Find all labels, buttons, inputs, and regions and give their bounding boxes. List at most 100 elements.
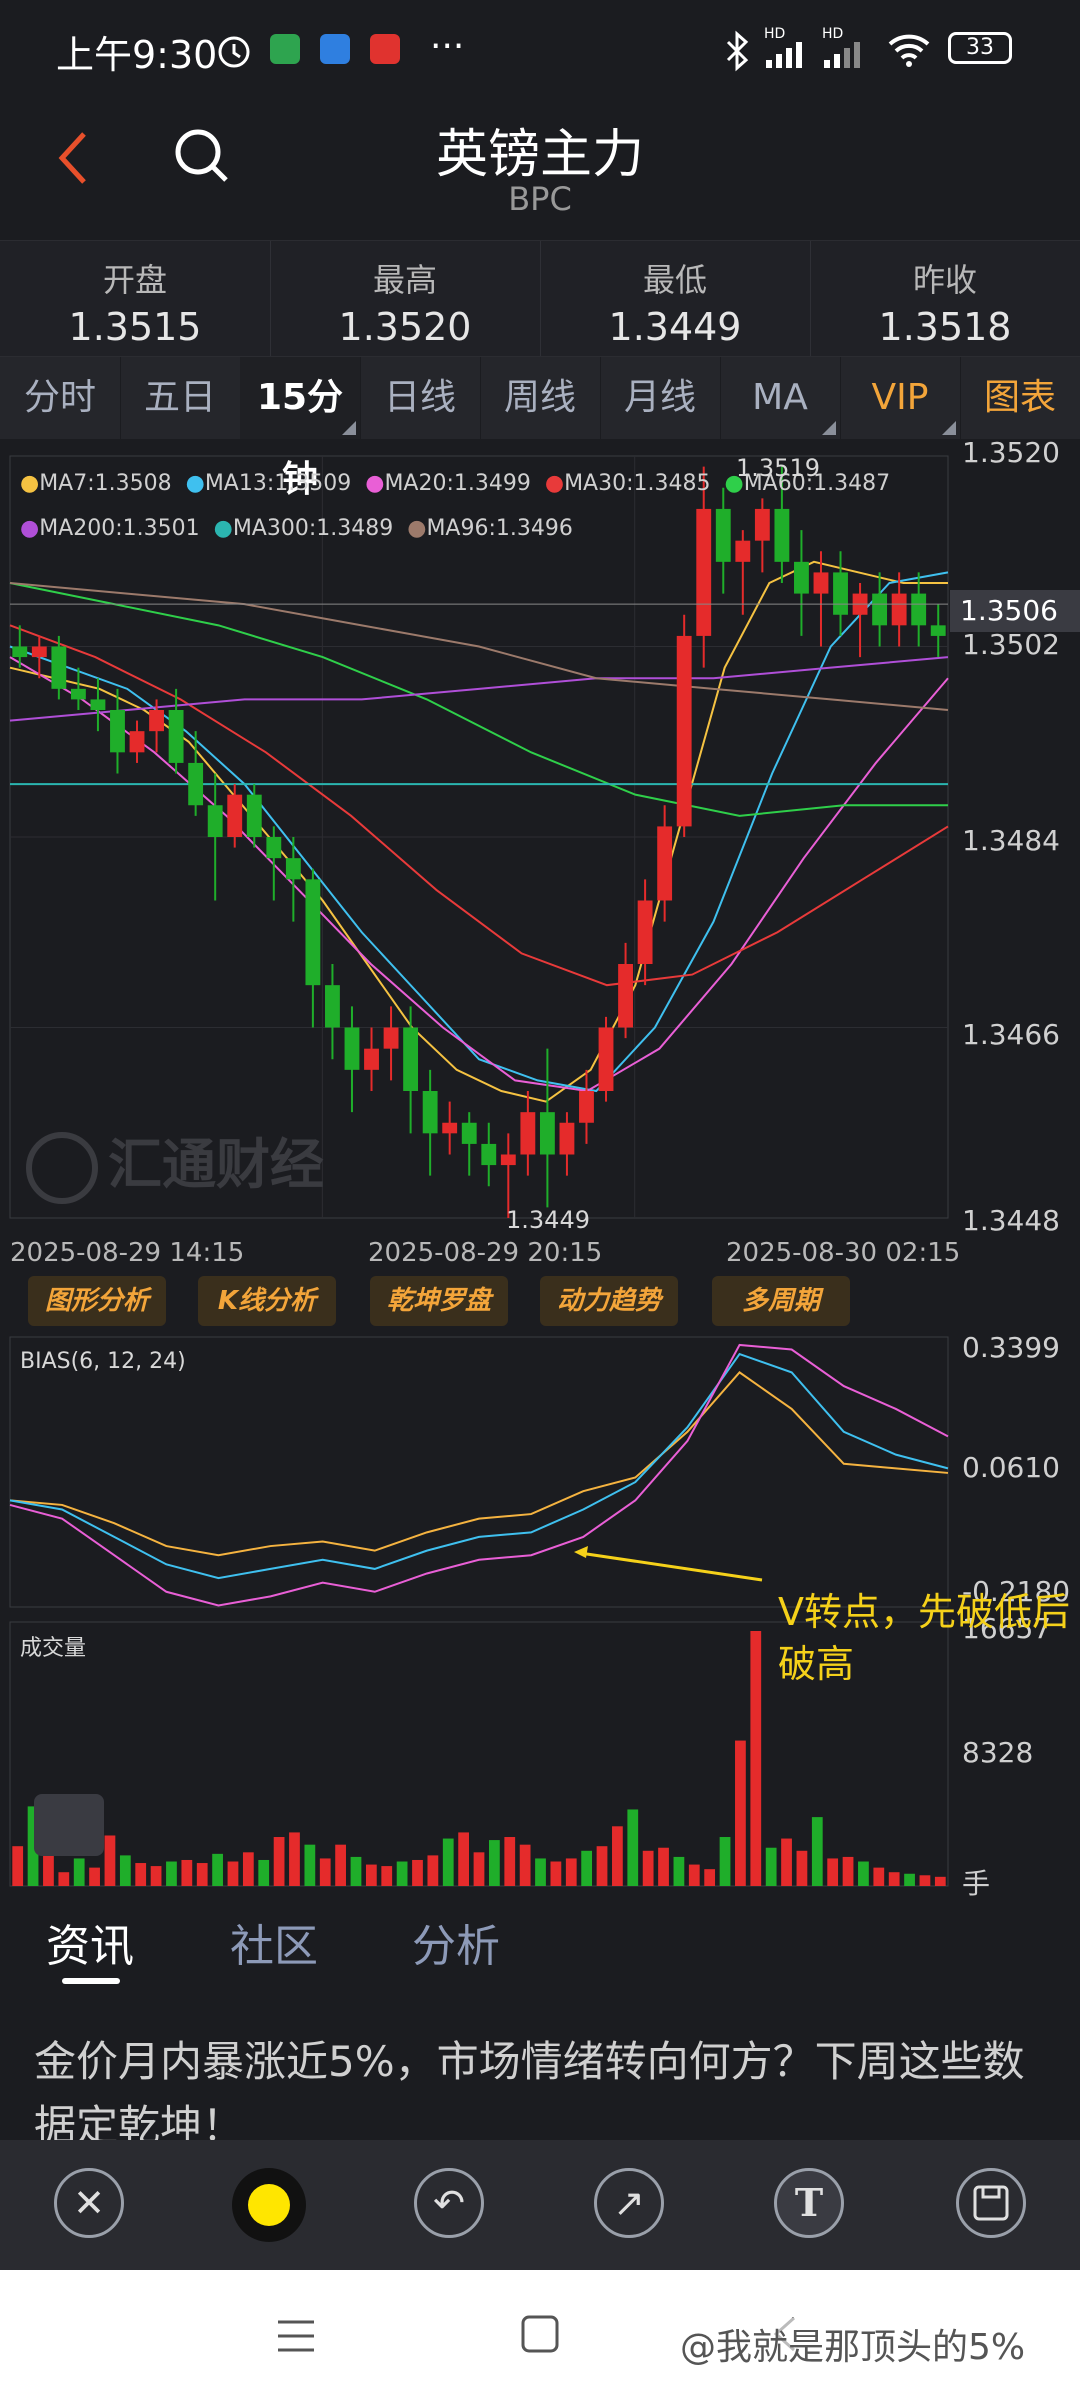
- tab-intraday[interactable]: 分时: [0, 357, 121, 439]
- menu-icon[interactable]: [276, 2316, 316, 2356]
- tab-weekly[interactable]: 周线: [480, 357, 601, 439]
- page-subtitle: BPC: [508, 180, 572, 218]
- stat-value: 1.3520: [338, 305, 472, 349]
- dropdown-corner-icon: [342, 421, 356, 435]
- tab-news[interactable]: 资讯: [46, 1910, 134, 1974]
- tab-monthly[interactable]: 月线: [600, 357, 721, 439]
- volume-bar: [765, 1847, 777, 1886]
- quote-stats: 开盘 1.3515 最高 1.3520 最低 1.3449 昨收 1.3518: [0, 240, 1080, 357]
- news-headline[interactable]: 金价月内暴涨近5%，市场情绪转向何方？下周这些数据定乾坤！: [34, 2030, 1044, 2142]
- close-icon[interactable]: ✕: [54, 2168, 124, 2238]
- volume-bar: [827, 1858, 839, 1886]
- save-icon[interactable]: [956, 2168, 1026, 2238]
- volume-bar: [673, 1856, 685, 1886]
- undo-icon[interactable]: ↶: [414, 2168, 484, 2238]
- battery-icon: 33: [948, 32, 1012, 64]
- text-tool-icon[interactable]: T: [774, 2168, 844, 2238]
- volume-bar: [642, 1850, 654, 1886]
- period-tabs: 分时 五日 15分钟 日线 周线 月线 MA VIP 图表: [0, 357, 1080, 500]
- header: 英镑主力 BPC: [0, 100, 1080, 230]
- fullscreen-toggle-icon[interactable]: [34, 1794, 104, 1856]
- bias-chart[interactable]: [0, 1335, 1080, 1610]
- candle-body: [188, 762, 204, 806]
- volume-bar: [688, 1864, 700, 1886]
- volume-bar: [166, 1861, 177, 1886]
- signal-icon-2: [824, 42, 860, 68]
- volume-bar: [535, 1858, 546, 1886]
- candle-body: [930, 625, 946, 636]
- ma-legend-item: ●MA96:1.3496: [407, 516, 573, 541]
- app-notification-icon: [270, 34, 300, 64]
- volume-bar: [89, 1867, 100, 1886]
- watermark-text: 汇通财经: [108, 1133, 324, 1196]
- candle-body: [676, 635, 692, 827]
- tab-chart-settings[interactable]: 图表: [960, 357, 1080, 439]
- alarm-icon: [218, 36, 250, 68]
- volume-bar: [565, 1858, 577, 1886]
- pattern-analysis-button[interactable]: 图形分析: [28, 1276, 166, 1326]
- candle-body: [51, 646, 67, 689]
- battery-level: 33: [966, 35, 994, 60]
- ma-legend-item: ●MA7:1.3508: [20, 471, 172, 496]
- candle-body: [618, 964, 633, 1028]
- annotation-line: 破高: [778, 1642, 855, 1686]
- volume-bar: [242, 1852, 254, 1886]
- tab-vip[interactable]: VIP: [840, 357, 961, 439]
- bias-frame: [9, 1336, 949, 1608]
- tab-ma[interactable]: MA: [720, 357, 841, 439]
- more-notifications-icon: ···: [430, 26, 465, 67]
- tab-five-day[interactable]: 五日: [120, 357, 241, 439]
- stat-label: 最高: [372, 261, 437, 299]
- candle-body: [813, 572, 829, 594]
- candle-body: [383, 1027, 399, 1049]
- candle-body: [31, 646, 47, 658]
- volume-bar: [273, 1837, 285, 1886]
- ma-legend-item: ●MA13:1.3509: [185, 471, 352, 496]
- color-picker-button[interactable]: [232, 2168, 306, 2242]
- momentum-trend-button[interactable]: 动力趋势: [540, 1276, 678, 1326]
- volume-bar: [43, 1853, 54, 1886]
- yellow-swatch-icon: [248, 2184, 290, 2226]
- bias-panel[interactable]: BIAS(6, 12, 24) 0.3399 0.0610 -0.2180: [0, 1331, 1080, 1610]
- signal-icon-1: [766, 42, 802, 68]
- candle-body: [129, 731, 145, 753]
- candle-body: [207, 805, 223, 837]
- tab-15min[interactable]: 15分钟: [240, 357, 361, 500]
- candle-body: [70, 688, 86, 700]
- volume-bar: [596, 1846, 608, 1886]
- tab-daily[interactable]: 日线: [360, 357, 481, 439]
- home-icon[interactable]: [520, 2314, 560, 2354]
- volume-bar: [488, 1840, 500, 1886]
- price-tick: 1.3466: [962, 1018, 1060, 1051]
- multi-period-button[interactable]: 多周期: [712, 1276, 850, 1326]
- volume-bar: [919, 1875, 931, 1886]
- volume-bar: [427, 1855, 439, 1886]
- volume-bar: [519, 1844, 531, 1886]
- tab-analysis[interactable]: 分析: [412, 1910, 500, 1974]
- ma-legend-item: ●MA30:1.3485: [544, 471, 711, 496]
- volume-bar: [735, 1740, 746, 1886]
- volume-bar: [396, 1861, 408, 1886]
- kline-analysis-button[interactable]: K线分析: [198, 1276, 336, 1326]
- wifi-icon: [888, 34, 930, 67]
- annotation-line: V转点，先破低后: [778, 1590, 1070, 1634]
- stat-high: 最高 1.3520: [270, 241, 541, 356]
- candle-body: [579, 1091, 594, 1123]
- current-price-tag: 1.3506: [950, 590, 1080, 632]
- compass-button[interactable]: 乾坤罗盘: [370, 1276, 508, 1326]
- volume-bar: [796, 1850, 808, 1886]
- volume-bar: [227, 1861, 239, 1886]
- kline-chart-area[interactable]: ●MA7:1.3508 ●MA13:1.3509 ●MA20:1.3499 ●MA30…: [0, 436, 1080, 1270]
- volume-bar: [150, 1866, 162, 1886]
- candle-body: [891, 593, 907, 626]
- tab-community[interactable]: 社区: [230, 1910, 318, 1974]
- bias-line: [9, 1352, 949, 1580]
- arrow-tool-icon[interactable]: ↗: [594, 2168, 664, 2238]
- candle-body: [794, 561, 809, 594]
- candle-body: [559, 1122, 575, 1155]
- ma-legend-item: ●MA300:1.3489: [213, 516, 394, 541]
- volume-bar: [289, 1832, 300, 1886]
- volume-bar: [473, 1852, 485, 1886]
- volume-bar: [658, 1847, 669, 1886]
- candle-body: [90, 699, 106, 710]
